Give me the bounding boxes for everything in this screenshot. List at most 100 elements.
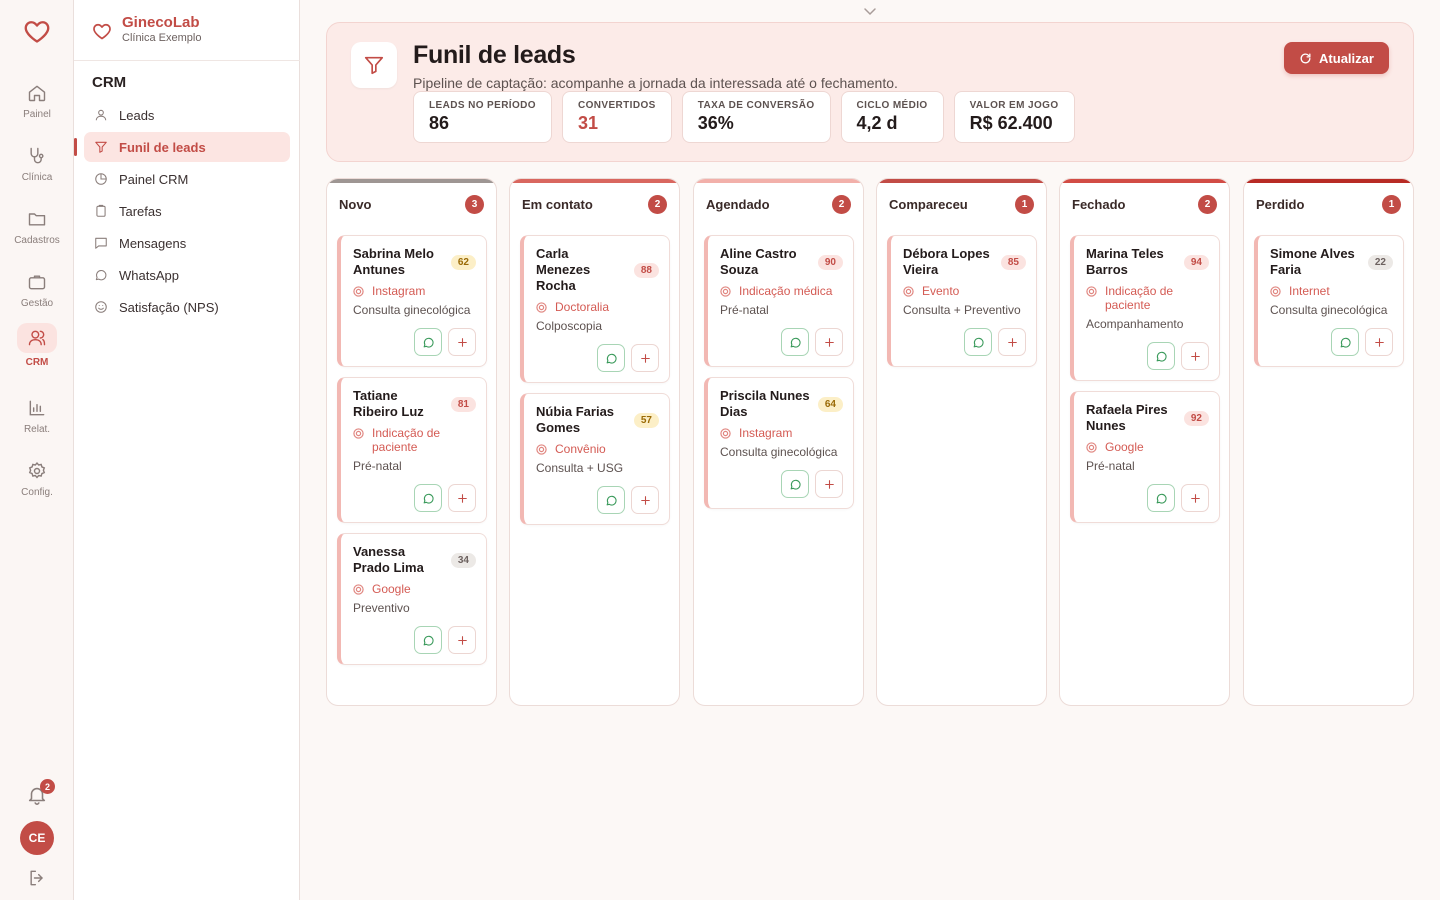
lead-card[interactable]: Vanessa Prado Lima 34 Google Preventivo — [337, 533, 487, 665]
sidebar-item-leads[interactable]: Leads — [84, 100, 290, 130]
lead-name: Vanessa Prado Lima — [353, 544, 424, 575]
heart-logo-icon[interactable] — [23, 17, 51, 45]
lead-service: Consulta + USG — [536, 461, 624, 475]
add-action-button[interactable] — [448, 328, 476, 356]
rail-item-relat[interactable]: Relat. — [8, 390, 66, 444]
column-count-badge: 2 — [648, 195, 667, 214]
lead-card[interactable]: Priscila Nunes Dias 64 Instagram Consulta g… — [704, 377, 854, 509]
kpi-value: 86 — [429, 113, 450, 133]
sidebar-item-funil-de-leads[interactable]: Funil de leads — [74, 132, 290, 162]
lead-source: Instagram — [720, 426, 843, 440]
whatsapp-button[interactable] — [1331, 328, 1359, 356]
lead-name: Aline Castro Souza — [720, 246, 797, 277]
lead-card[interactable]: Núbia Farias Gomes 57 Convênio Consulta + U… — [520, 393, 670, 525]
chevron-down-icon[interactable] — [863, 6, 877, 16]
rail-item-painel[interactable]: Painel — [8, 75, 66, 129]
whatsapp-icon — [606, 495, 617, 505]
kanban-column: Perdido 1 Simone Alves Faria 22 Internet Cons… — [1243, 178, 1414, 706]
add-action-button[interactable] — [1181, 484, 1209, 512]
card-list: Débora Lopes Vieira 85 Evento Consulta + Pr… — [887, 235, 1037, 377]
card-list: Carla Menezes Rocha 88 Doctoralia Colposcop… — [520, 235, 670, 535]
plus-icon — [1190, 493, 1200, 503]
rail-item-clinica[interactable]: Clínica — [8, 138, 66, 192]
whatsapp-icon — [423, 493, 434, 503]
add-action-button[interactable] — [448, 484, 476, 512]
sidebar-item-nps[interactable]: Satisfação (NPS) — [84, 292, 290, 322]
rail-item-gestao[interactable]: Gestão — [8, 264, 66, 318]
rail-item-label: Gestão — [20, 298, 54, 309]
message-square-icon — [95, 237, 107, 249]
add-action-button[interactable] — [448, 626, 476, 654]
home-icon — [28, 85, 46, 102]
add-action-button[interactable] — [1181, 342, 1209, 370]
rail-item-crm[interactable]: CRM — [8, 323, 66, 377]
whatsapp-button[interactable] — [1147, 484, 1175, 512]
sidebar-item-mensagens[interactable]: Mensagens — [84, 228, 290, 258]
lead-source-label: Indicação de paciente — [1105, 284, 1174, 312]
add-action-button[interactable] — [998, 328, 1026, 356]
whatsapp-button[interactable] — [964, 328, 992, 356]
target-icon — [720, 286, 731, 297]
card-actions — [353, 484, 476, 512]
lead-card[interactable]: Sabrina Melo Antunes 62 Instagram Consulta … — [337, 235, 487, 367]
add-action-button[interactable] — [815, 328, 843, 356]
avatar[interactable]: CE — [20, 821, 54, 855]
lead-card[interactable]: Marina Teles Barros 94 Indicação de pacien… — [1070, 235, 1220, 381]
lead-score-badge: 90 — [817, 254, 843, 270]
add-action-button[interactable] — [815, 470, 843, 498]
whatsapp-button[interactable] — [1147, 342, 1175, 370]
whatsapp-button[interactable] — [414, 626, 442, 654]
lead-card[interactable]: Carla Menezes Rocha 88 Doctoralia Colposcop… — [520, 235, 670, 383]
whatsapp-button[interactable] — [781, 328, 809, 356]
add-action-button[interactable] — [1365, 328, 1393, 356]
brand[interactable]: GinecoLab Clínica Exemplo — [92, 14, 201, 60]
kpi-convertidos: CONVERTIDOS 31 — [561, 91, 672, 143]
sidebar-item-painel-crm[interactable]: Painel CRM — [84, 164, 290, 194]
divider — [74, 60, 300, 61]
rail-item-label: Config. — [21, 487, 53, 498]
add-action-button[interactable] — [631, 344, 659, 372]
logout-icon[interactable] — [27, 868, 47, 888]
card-actions — [1086, 342, 1209, 370]
sidebar-item-label: Painel CRM — [119, 171, 189, 187]
sidebar-item-whatsapp[interactable]: WhatsApp — [84, 260, 290, 290]
whatsapp-button[interactable] — [597, 344, 625, 372]
lead-name: Sabrina Melo Antunes — [353, 246, 434, 277]
kpi-label: VALOR EM JOGO — [969, 100, 1059, 111]
column-title: Agendado — [706, 197, 770, 212]
lead-source-label: Convênio — [555, 442, 606, 456]
rail-item-label: Painel — [23, 109, 51, 120]
whatsapp-button[interactable] — [414, 328, 442, 356]
refresh-button[interactable]: Atualizar — [1284, 42, 1389, 74]
smile-icon — [95, 301, 107, 313]
lead-card[interactable]: Rafaela Pires Nunes 92 Google Pré-natal — [1070, 391, 1220, 523]
lead-card[interactable]: Simone Alves Faria 22 Internet Consulta gin… — [1254, 235, 1404, 367]
lead-service: Pré-natal — [720, 303, 769, 317]
lead-card[interactable]: Tatiane Ribeiro Luz 81 Indicação de pacien… — [337, 377, 487, 523]
add-action-button[interactable] — [631, 486, 659, 514]
kpi-label: CICLO MÉDIO — [856, 100, 928, 111]
whatsapp-icon — [790, 479, 801, 489]
whatsapp-icon — [423, 635, 434, 645]
clipboard-icon — [96, 204, 106, 217]
rail-item-config[interactable]: Config. — [8, 453, 66, 507]
kpi-ciclo: CICLO MÉDIO 4,2 d — [840, 91, 944, 143]
lead-card[interactable]: Aline Castro Souza 90 Indicação médica Pré-… — [704, 235, 854, 367]
rail-item-cadastros[interactable]: Cadastros — [8, 201, 66, 255]
kpi-row: LEADS NO PERÍODO 86 CONVERTIDOS 31 TAXA … — [413, 91, 1085, 143]
lead-card[interactable]: Débora Lopes Vieira 85 Evento Consulta + Pr… — [887, 235, 1037, 367]
whatsapp-button[interactable] — [414, 484, 442, 512]
lead-name: Priscila Nunes Dias — [720, 388, 810, 419]
kpi-value: 4,2 d — [856, 113, 898, 133]
card-header: Marina Teles Barros 94 — [1086, 246, 1209, 278]
sidebar-item-tarefas[interactable]: Tarefas — [84, 196, 290, 226]
card-header: Simone Alves Faria 22 — [1270, 246, 1393, 278]
plus-icon — [824, 337, 834, 347]
whatsapp-icon — [1156, 493, 1167, 503]
whatsapp-button[interactable] — [781, 470, 809, 498]
target-icon — [353, 428, 364, 439]
plus-icon — [457, 635, 467, 645]
card-actions — [720, 470, 843, 498]
whatsapp-button[interactable] — [597, 486, 625, 514]
plus-icon — [457, 493, 467, 503]
